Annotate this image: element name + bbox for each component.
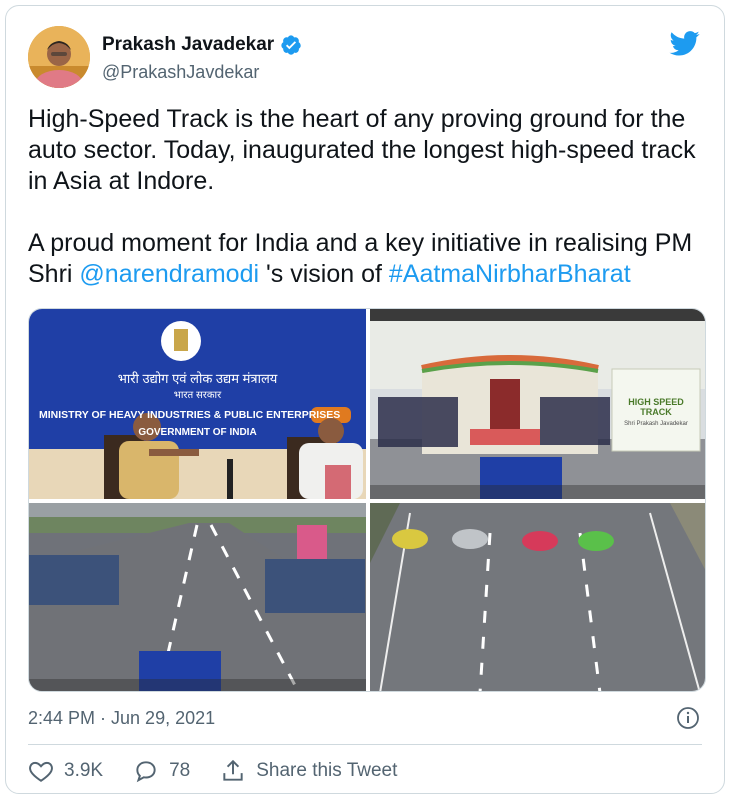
tweet-p2-middle: 's vision of [259, 260, 389, 288]
media-grid[interactable]: भारी उद्योग एवं लोक उद्यम मंत्रालय भारत … [28, 308, 706, 692]
share-icon [223, 759, 243, 781]
verified-badge-icon [281, 35, 301, 55]
reply-button[interactable]: 78 [133, 758, 190, 784]
photo-inauguration[interactable]: HIGH SPEED TRACK Shri Prakash Javadekar [370, 309, 705, 499]
twitter-bird-icon[interactable] [668, 28, 702, 58]
tweet-card: Prakash Javadekar @PrakashJavdekar High-… [5, 5, 725, 794]
reply-count: 78 [169, 760, 191, 781]
ministry-hindi-subtitle: भारत सरकार [173, 390, 222, 401]
author-name[interactable]: Prakash Javadekar [102, 34, 274, 56]
photo-track-cars[interactable] [370, 503, 705, 691]
tweet-actions: 3.9K 78 Share this Tweet [28, 758, 427, 784]
author-name-row: Prakash Javadekar [102, 34, 302, 56]
ministry-hindi-title: भारी उद्योग एवं लोक उद्यम मंत्रालय [117, 371, 278, 386]
photo-ministry-call[interactable]: भारी उद्योग एवं लोक उद्यम मंत्रालय भारत … [29, 309, 366, 499]
like-button[interactable]: 3.9K [28, 758, 103, 784]
photo-track-staff[interactable] [29, 503, 366, 691]
author-handle[interactable]: @PrakashJavdekar [102, 62, 259, 83]
reply-icon [136, 761, 156, 783]
tweet-paragraph-1: High-Speed Track is the heart of any pro… [28, 105, 696, 195]
like-count: 3.9K [64, 760, 104, 781]
hashtag-link[interactable]: #AatmaNirbharBharat [389, 260, 631, 288]
tweet-paragraph-2: A proud moment for India and a key initi… [28, 228, 718, 290]
ministry-govt-label: GOVERNMENT OF INDIA [138, 427, 257, 438]
banner-title: HIGH SPEED TRACK [628, 397, 684, 417]
avatar[interactable] [28, 26, 90, 88]
share-button[interactable]: Share this Tweet [220, 758, 397, 784]
share-label: Share this Tweet [256, 760, 398, 781]
tweet-text: High-Speed Track is the heart of any pro… [28, 104, 718, 321]
divider [28, 744, 702, 745]
mention-link[interactable]: @narendramodi [79, 260, 259, 288]
ministry-english-title: MINISTRY OF HEAVY INDUSTRIES & PUBLIC EN… [39, 409, 341, 421]
tweet-timestamp[interactable]: 2:44 PM · Jun 29, 2021 [28, 708, 215, 729]
info-icon[interactable] [676, 706, 700, 730]
heart-icon [29, 761, 53, 782]
banner-byline: Shri Prakash Javadekar [624, 421, 688, 427]
